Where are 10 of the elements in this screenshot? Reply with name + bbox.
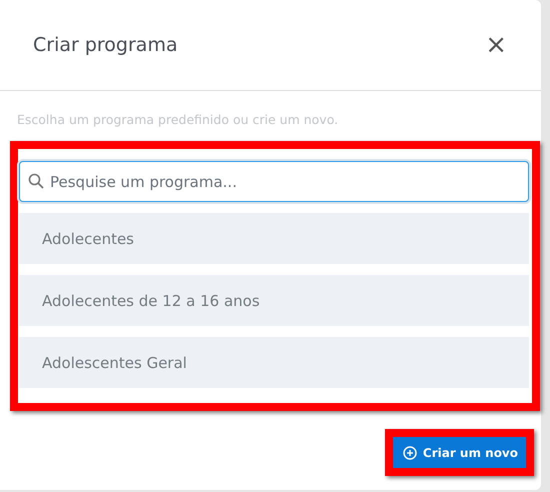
program-item[interactable]: Adolescentes Geral xyxy=(19,337,529,388)
dialog-title: Criar programa xyxy=(33,34,178,56)
dialog-subtitle: Escolha um programa predefinido ou crie um novo. xyxy=(16,111,340,129)
plus-circle-icon xyxy=(402,446,417,460)
search-icon xyxy=(28,173,44,189)
program-item[interactable]: Adolecentes de 12 a 16 anos xyxy=(19,275,529,326)
close-button[interactable]: × xyxy=(481,32,511,58)
create-button[interactable]: Criar um novo xyxy=(392,437,526,468)
program-item[interactable]: Adolecentes xyxy=(19,213,529,264)
search-field[interactable]: Pesquise um programa... xyxy=(19,161,529,202)
